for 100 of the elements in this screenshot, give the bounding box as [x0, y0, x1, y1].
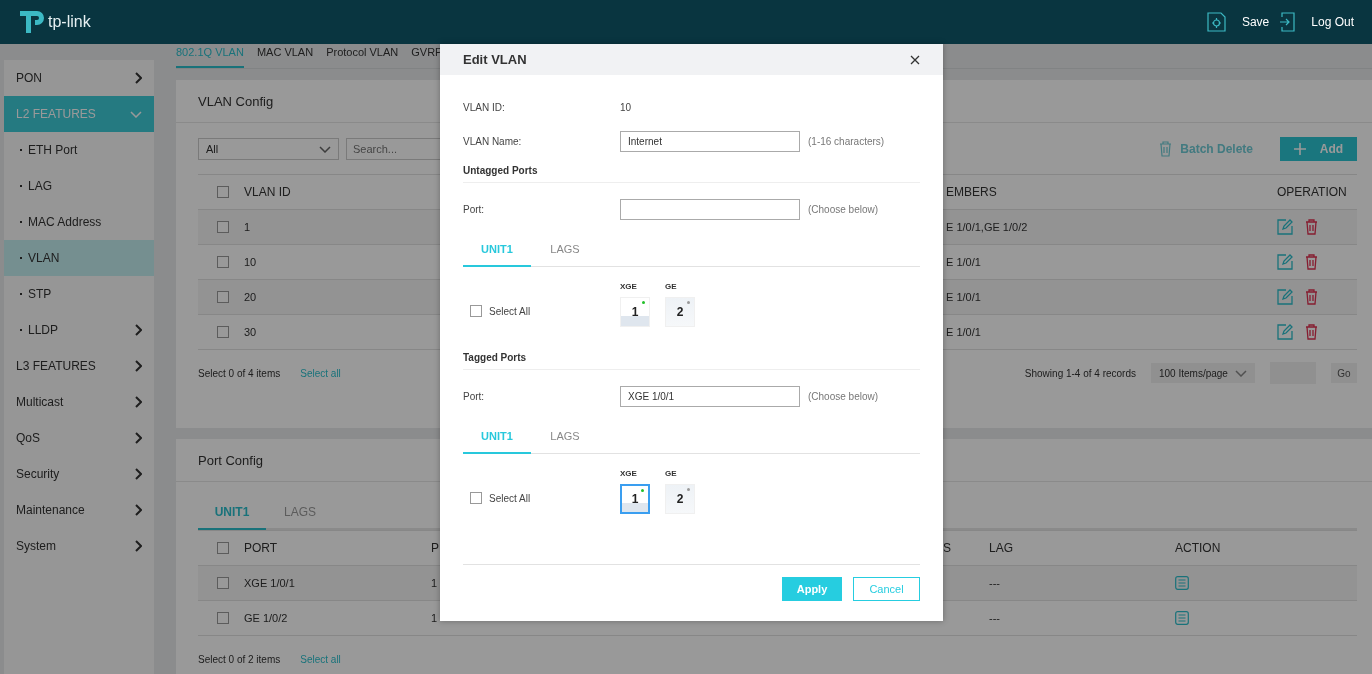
list-icon[interactable] [1175, 611, 1189, 625]
checkbox[interactable] [217, 326, 229, 338]
selection-count: Select 0 of 4 items [198, 367, 281, 379]
list-icon[interactable] [1175, 576, 1189, 590]
chevron-down-icon [130, 110, 142, 118]
page-size-dropdown[interactable]: 100 Items/page [1151, 363, 1255, 383]
sidebar-subitem[interactable]: LLDP [4, 312, 154, 348]
sidebar-item[interactable]: L3 FEATURES [4, 348, 154, 384]
edit-icon[interactable] [1277, 324, 1293, 340]
close-icon[interactable] [910, 54, 920, 65]
table-cell-text: 1 [431, 612, 439, 624]
port-button[interactable]: 2 [665, 297, 695, 327]
table-cell-text: E 1/0/1,GE 1/0/2 [946, 221, 1029, 233]
field-value: 10 [620, 101, 632, 113]
table-cell-text: --- [989, 577, 1001, 589]
table-cell-text: XGE 1/0/1 [244, 577, 296, 589]
field-hint: (Choose below) [808, 390, 879, 402]
checkbox[interactable] [217, 291, 229, 303]
sidebar-subitem[interactable]: VLAN [4, 240, 154, 276]
chevron-down-icon [319, 145, 331, 153]
port-field[interactable] [620, 198, 800, 220]
records-info: Showing 1-4 of 4 records [1024, 367, 1136, 379]
port-button[interactable]: 2 [665, 484, 695, 514]
sidebar-item[interactable]: Multicast [4, 384, 154, 420]
port-type-label: GE [665, 469, 678, 478]
chevron-right-icon [134, 324, 142, 336]
save-button[interactable]: Save [1241, 15, 1270, 29]
table-cell-text: 30 [244, 326, 258, 338]
section-title: Tagged Ports [463, 352, 527, 363]
card-title: Port Config [198, 452, 264, 468]
section-title: Untagged Ports [463, 165, 538, 176]
go-button[interactable]: Go [1331, 363, 1357, 383]
table-cell-text: --- [989, 612, 1001, 624]
checkbox[interactable] [470, 305, 482, 317]
checkbox[interactable] [217, 221, 229, 233]
edit-icon[interactable] [1277, 219, 1293, 235]
edit-icon[interactable] [1277, 289, 1293, 305]
tab[interactable]: LAGS [531, 233, 599, 267]
plus-icon [1293, 143, 1306, 155]
sidebar-item[interactable]: PON [4, 60, 154, 96]
vlan-name-field[interactable]: Internet [620, 130, 800, 152]
port-field[interactable]: XGE 1/0/1 [620, 385, 800, 407]
field-hint: (Choose below) [808, 203, 879, 215]
port-button[interactable]: 1 [620, 484, 650, 514]
chevron-right-icon [134, 504, 142, 516]
checkbox[interactable] [217, 542, 229, 554]
sidebar-item[interactable]: QoS [4, 420, 154, 456]
sidebar-subitem[interactable]: LAG [4, 168, 154, 204]
card-title: VLAN Config [198, 93, 274, 109]
field-hint: (1-16 characters) [808, 135, 885, 147]
column-header: ACTION [1175, 541, 1222, 555]
table-cell-text: E 1/0/1 [946, 256, 982, 268]
field-label: VLAN Name: [463, 135, 523, 147]
delete-icon[interactable] [1305, 289, 1318, 305]
sidebar-item[interactable]: Maintenance [4, 492, 154, 528]
port-type-label: GE [665, 282, 678, 291]
chevron-right-icon [134, 72, 142, 84]
logout-icon [1279, 12, 1296, 32]
port-type-label: XGE [620, 282, 638, 291]
sidebar-subitem[interactable]: STP [4, 276, 154, 312]
field-label: Port: [463, 203, 486, 215]
logo-text: tp-link [48, 13, 91, 31]
delete-icon[interactable] [1305, 254, 1318, 270]
logo-icon [18, 9, 46, 35]
tab[interactable]: Protocol VLAN [326, 46, 399, 68]
column-header: VLAN ID [244, 185, 292, 199]
table-cell-text: GE 1/0/2 [244, 612, 289, 624]
table-cell-text: E 1/0/1 [946, 291, 982, 303]
column-header: EMBERS [946, 185, 998, 199]
chevron-right-icon [134, 432, 142, 444]
port-type-label: XGE [620, 469, 638, 478]
chevron-right-icon [134, 468, 142, 480]
checkbox[interactable] [217, 186, 229, 198]
column-header: PORT [244, 541, 279, 555]
sidebar-item[interactable]: Security [4, 456, 154, 492]
tab[interactable]: MAC VLAN [256, 46, 314, 68]
table-cell-text: 1 [244, 221, 252, 233]
table-cell-text: E 1/0/1 [946, 326, 982, 338]
checkbox[interactable] [217, 612, 229, 624]
column-header: S [943, 541, 952, 555]
sidebar-item[interactable]: System [4, 528, 154, 564]
checkbox-label: Select All [489, 492, 531, 504]
selection-count: Select 0 of 2 items [198, 653, 281, 665]
checkbox[interactable] [217, 256, 229, 268]
port-button[interactable]: 1 [620, 297, 650, 327]
checkbox[interactable] [217, 577, 229, 589]
chevron-right-icon [134, 396, 142, 408]
delete-icon[interactable] [1305, 324, 1318, 340]
logout-button[interactable]: Log Out [1311, 15, 1354, 29]
sidebar-subitem[interactable]: MAC Address [4, 204, 154, 240]
checkbox[interactable] [470, 492, 482, 504]
filter-dropdown[interactable]: All [198, 138, 339, 160]
chevron-down-icon [1235, 369, 1247, 377]
delete-icon[interactable] [1305, 219, 1318, 235]
table-cell-text: 20 [244, 291, 258, 303]
sidebar-subitem[interactable]: ETH Port [4, 132, 154, 168]
dialog-title: Edit VLAN [463, 52, 527, 67]
column-header: LAG [989, 541, 1014, 555]
edit-icon[interactable] [1277, 254, 1293, 270]
tab[interactable]: LAGS [531, 420, 599, 454]
